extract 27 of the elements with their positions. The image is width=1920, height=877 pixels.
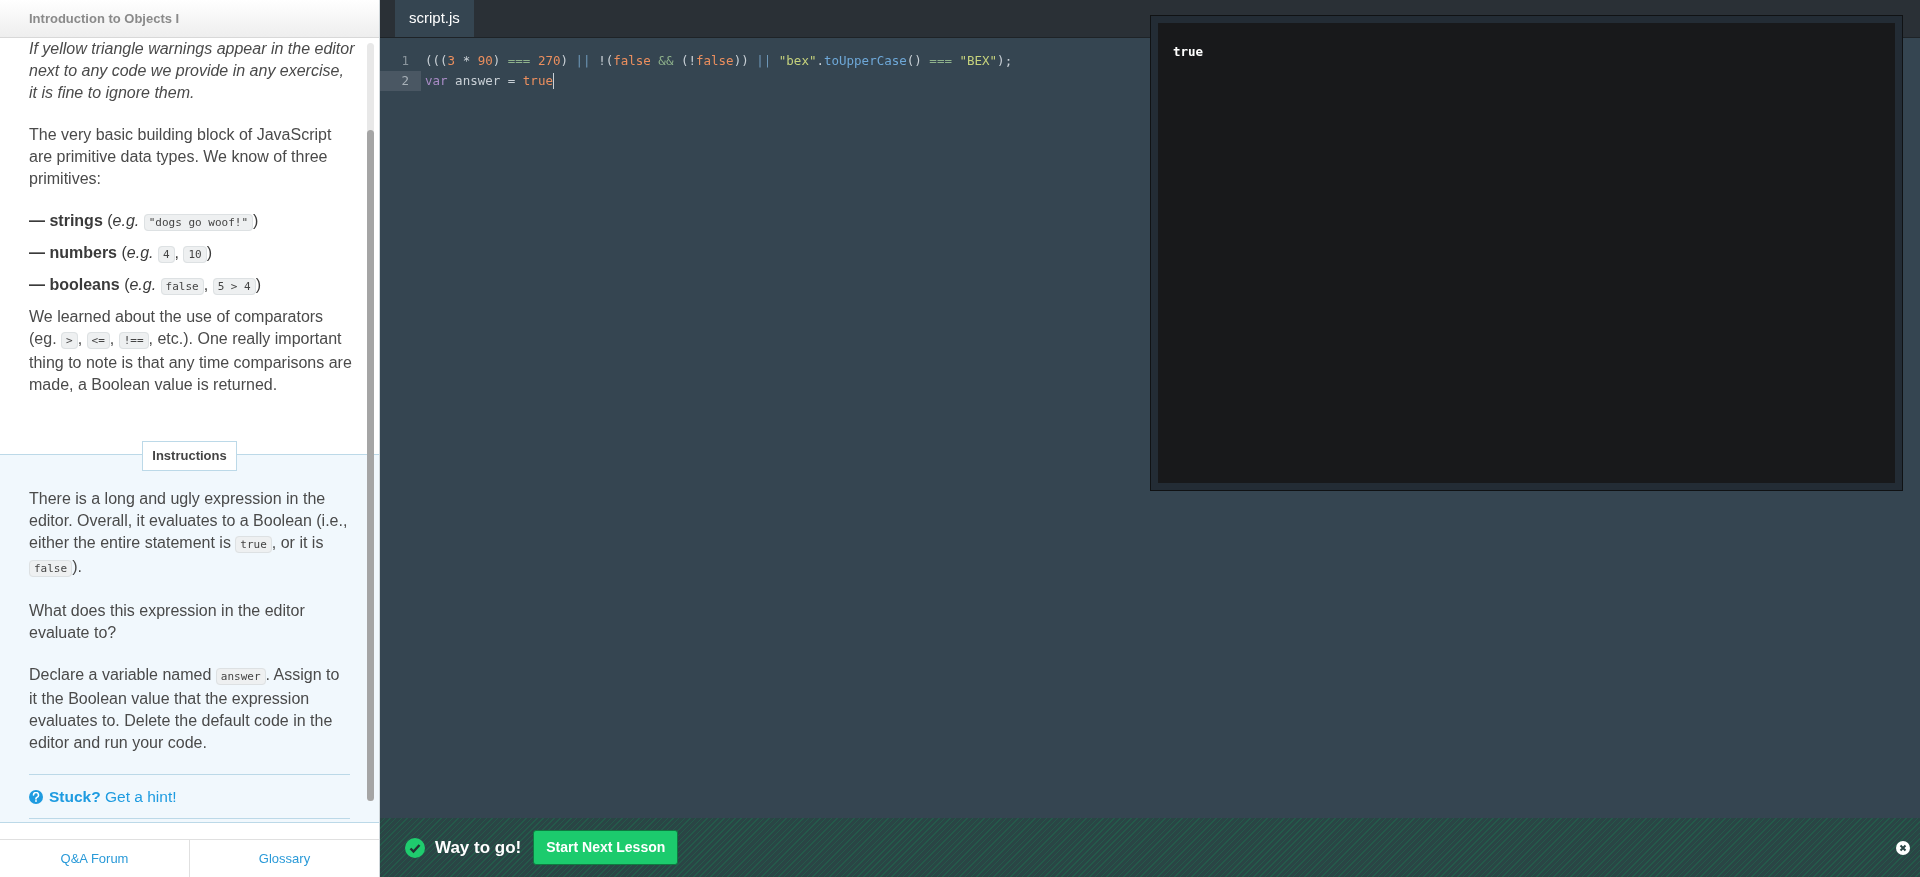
paragraph: We learned about the use of comparators (eg. > , <= , !== , etc.). One really important thing to note is that any time comparisons are made, a Boolean value is returned. bbox=[29, 307, 353, 395]
line-number: 2 bbox=[380, 71, 421, 91]
list-item: — numbers (e.g. 4 , 10 ) bbox=[29, 243, 214, 265]
note-paragraph: If yellow triangle warnings appear in the editor next to any code we provide in any exercise, it is fine to ignore them. bbox=[29, 39, 355, 103]
start-next-lesson-button[interactable]: Start Next Lesson bbox=[533, 830, 679, 865]
list-item: — strings (e.g. "dogs go woof!" ) bbox=[29, 211, 260, 233]
help-icon bbox=[29, 789, 43, 804]
paragraph: What does this expression in the editor evaluate to? bbox=[29, 601, 306, 643]
file-tab[interactable]: script.js bbox=[395, 0, 474, 37]
paragraph: There is a long and ugly expression in the editor. Overall, it evaluates to a Boolean (i.e., either the entire statement is true , or it is false ). bbox=[29, 489, 349, 579]
success-message: Way to go! bbox=[435, 836, 522, 859]
paragraph: Declare a variable named answer . Assign to it the Boolean value that the expression evaluates to. Delete the default code in the editor and run your code. bbox=[29, 665, 341, 753]
text-cursor bbox=[552, 73, 554, 89]
footer-link[interactable]: Glossary bbox=[258, 848, 311, 869]
hint-link[interactable]: Stuck? Get a hint! bbox=[49, 785, 177, 809]
check-icon bbox=[405, 837, 425, 858]
output-line: true bbox=[1173, 43, 1205, 61]
footer-link[interactable]: Q&A Forum bbox=[60, 848, 129, 869]
lesson-title: Introduction to Objects I bbox=[29, 9, 180, 28]
scrollbar[interactable] bbox=[367, 43, 374, 801]
close-icon[interactable] bbox=[1896, 840, 1910, 855]
list-item: — booleans (e.g. false , 5 > 4 ) bbox=[29, 275, 263, 297]
code-line: var answer = true bbox=[424, 72, 554, 91]
line-number: 1 bbox=[400, 52, 410, 70]
paragraph: The very basic building block of JavaScript are primitive data types. We know of three primitives: bbox=[29, 125, 333, 189]
instructions-label: Instructions bbox=[142, 441, 237, 471]
code-line: (((3 * 90) === 270) || !(false && (!false)) || "bex".toUpperCase() === "BEX"); bbox=[424, 52, 1013, 70]
